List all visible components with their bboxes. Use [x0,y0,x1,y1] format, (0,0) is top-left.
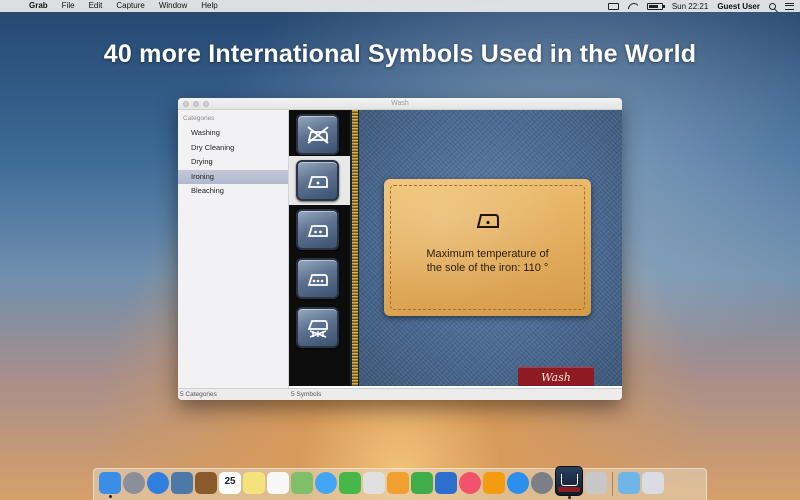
iron-high-icon [307,274,328,286]
numbers-icon[interactable] [411,472,433,494]
symbol-button[interactable] [296,209,339,250]
close-button[interactable] [183,101,189,107]
status-bar: 5 Categories 5 Symbols [178,388,622,400]
window-title: Wash [391,100,409,107]
running-indicator [108,495,112,498]
iron-low-icon [476,214,499,228]
title-bar[interactable]: Wash [178,98,622,110]
photos-icon[interactable] [363,472,385,494]
safari-icon[interactable] [147,472,169,494]
downloads-folder-icon[interactable] [618,472,640,494]
zoom-button[interactable] [203,101,209,107]
symbol-button[interactable] [296,307,339,348]
dock-separator [612,472,613,496]
minimize-button[interactable] [193,101,199,107]
iron-do-not-icon [307,126,329,144]
app-window: Wash Categories Washing Dry Cleaning Dry… [178,98,622,400]
symbol-item-do-not-iron[interactable] [289,110,350,159]
spotlight-icon[interactable] [769,2,776,10]
maps-icon[interactable] [291,472,313,494]
symbol-item-iron-low[interactable] [289,156,350,205]
menu-capture[interactable]: Capture [109,0,151,12]
finder-icon[interactable] [99,472,121,498]
user-menu[interactable]: Guest User [717,2,760,11]
description-line-1: Maximum temperature of [426,248,549,260]
wash-tub-icon [561,474,578,486]
iron-medium-icon [307,225,328,237]
notes-book-icon[interactable] [195,472,217,494]
dock: 25 [93,466,707,500]
symbol-button[interactable] [296,160,339,201]
iron-low-icon [307,176,328,188]
calendar-date: 25 [224,476,236,487]
sidebar-item-ironing[interactable]: Ironing [178,169,288,184]
menu-window[interactable]: Window [152,0,194,12]
description-line-2: the sole of the iron: 110 ° [426,262,549,274]
leather-patch: Maximum temperature of the sole of the i… [384,179,591,316]
notes-icon[interactable] [243,472,265,494]
symbol-item-iron-medium[interactable] [289,205,350,254]
clock[interactable]: Sun 22:21 [672,2,708,11]
menu-help[interactable]: Help [194,0,224,12]
symbol-button[interactable] [296,258,339,299]
symbol-item-iron-no-steam[interactable] [289,303,350,352]
zipper-divider [350,110,359,386]
launchpad-icon[interactable] [123,472,145,494]
symbol-button[interactable] [296,114,339,155]
battery-level [648,4,659,8]
system-preferences-icon[interactable] [531,472,553,494]
sidebar-item-drying[interactable]: Drying [178,155,288,170]
symbol-description: Maximum temperature of the sole of the i… [394,247,581,275]
symbols-count: 5 Symbols [291,391,322,398]
categories-sidebar: Categories Washing Dry Cleaning Drying I… [178,110,289,388]
menu-file[interactable]: File [55,0,82,12]
menu-app-name[interactable]: Grab [22,0,55,12]
symbol-item-iron-high[interactable] [289,254,350,303]
app-store-icon[interactable] [507,472,529,494]
promo-headline: 40 more International Symbols Used in th… [103,40,697,68]
notification-center-icon[interactable] [785,2,794,10]
categories-count: 5 Categories [180,391,217,398]
wash-app-label [558,487,580,492]
wash-app-icon[interactable] [555,466,583,499]
facetime-icon[interactable] [339,472,361,494]
preview-icon[interactable] [585,472,607,494]
reminders-icon[interactable] [267,472,289,494]
running-indicator [567,496,571,499]
detail-panel: Maximum temperature of the sole of the i… [359,110,622,386]
sidebar-item-washing[interactable]: Washing [178,126,288,141]
menu-bar: Grab File Edit Capture Window Help Sun 2… [0,0,800,12]
messages-icon[interactable] [315,472,337,494]
airplay-icon[interactable] [607,2,619,10]
sidebar-item-bleaching[interactable]: Bleaching [178,184,288,199]
iron-no-steam-icon [307,320,328,338]
trash-icon[interactable] [642,472,664,494]
wifi-icon[interactable] [628,2,638,10]
wash-tag-label: Wash [518,367,594,386]
music-icon[interactable] [459,472,481,494]
battery-icon[interactable] [646,2,665,10]
sidebar-header: Categories [183,115,215,122]
ibooks-icon[interactable] [483,472,505,494]
photo-icon[interactable] [171,472,193,494]
symbol-list [289,110,350,386]
pages-icon[interactable] [387,472,409,494]
sidebar-item-dry-cleaning[interactable]: Dry Cleaning [178,141,288,156]
menu-edit[interactable]: Edit [82,0,110,12]
keynote-icon[interactable] [435,472,457,494]
calendar-icon[interactable]: 25 [219,472,241,494]
